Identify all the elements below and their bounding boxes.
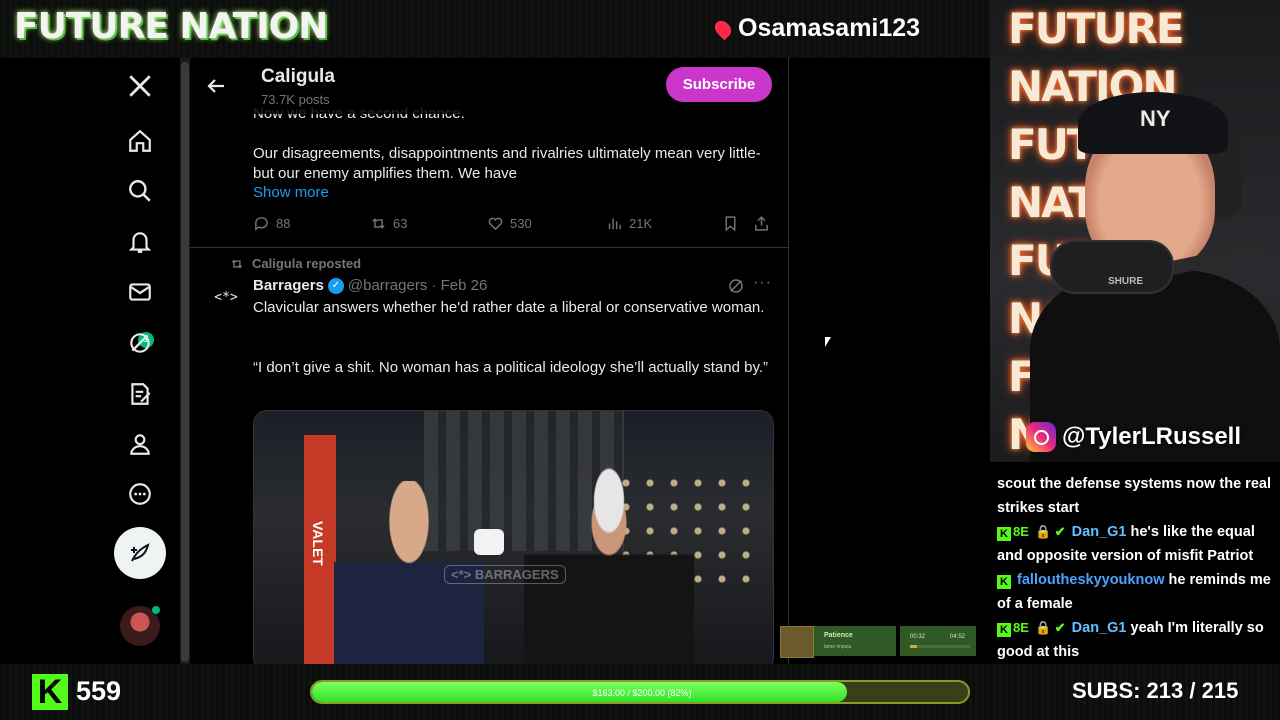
donation-goal-text: $163.00 / $200.00 (82%) <box>592 688 692 698</box>
cap-logo: NY <box>1140 106 1171 131</box>
emote-badges: 8E <box>1013 620 1029 635</box>
online-status-dot <box>152 606 160 614</box>
show-more-link[interactable]: Show more <box>253 184 329 201</box>
instagram-handle: @TylerLRussell <box>1026 422 1241 452</box>
post-more-button[interactable]: ··· <box>753 274 772 292</box>
author-name[interactable]: Barragers <box>253 277 324 294</box>
post-author: Barragers ✓ @barragers · Feb 26 <box>253 277 487 294</box>
profile-header: Caligula 73.7K posts Subscribe <box>190 58 788 114</box>
album-art <box>780 626 814 658</box>
reply-button[interactable]: 88 <box>253 215 290 232</box>
track-title: Patience <box>824 632 853 639</box>
bookmark-button[interactable] <box>722 215 739 232</box>
chat-message: K 8E 🔒 ✔ Dan_G1 he's like the equal and o… <box>997 520 1273 568</box>
stream-chat: scout the defense systems now the real s… <box>990 462 1280 664</box>
author-handle-date[interactable]: @barragers · Feb 26 <box>348 277 487 294</box>
feather-icon <box>131 543 150 562</box>
extra-badges: 🔒 ✔ <box>1034 620 1066 635</box>
post-text: Clavicular answers whether he'd rather d… <box>253 299 765 316</box>
now-playing-widget <box>778 624 978 658</box>
back-arrow-icon[interactable] <box>204 74 228 98</box>
subscribe-button[interactable]: Subscribe <box>666 67 772 102</box>
track-info-panel <box>814 626 896 656</box>
kick-badge-icon: K <box>997 575 1011 589</box>
messages-icon[interactable] <box>124 276 156 308</box>
track-artist: tame impala <box>824 644 852 650</box>
chat-username[interactable]: Dan_G1 <box>1072 620 1127 636</box>
notes-icon[interactable] <box>124 378 156 410</box>
track-time-panel <box>900 626 976 656</box>
chat-message: scout the defense systems now the real s… <box>997 472 1273 520</box>
media-sign-text: VALET <box>310 521 326 566</box>
author-avatar[interactable]: <*> <box>210 282 242 314</box>
post-text: Our disagreements, disappointments and r… <box>253 145 761 182</box>
media-person-right <box>524 461 694 664</box>
location-pin-icon <box>711 17 735 40</box>
instagram-icon <box>1026 422 1056 452</box>
track-total-time: 04:52 <box>950 634 966 640</box>
brand-logo: FUTURE NATION <box>14 6 328 47</box>
repost-indicator[interactable]: Caligula reposted <box>230 256 361 271</box>
kick-logo-icon: K <box>32 674 68 710</box>
subs-counter: SUBS: 213 / 215 <box>1072 678 1239 703</box>
overlay-topbar: FUTURE NATION Osamasami123 <box>0 0 990 58</box>
profile-icon[interactable] <box>124 428 156 460</box>
timeline: Now we have a second chance. Our disagre… <box>190 58 789 664</box>
emote-badges: 8E <box>1013 524 1029 539</box>
repost-icon <box>372 218 385 229</box>
post-divider <box>190 247 788 248</box>
streamer-label: Osamasami123 <box>711 14 921 43</box>
right-column <box>789 58 989 664</box>
media-microphone <box>474 529 504 555</box>
kick-badge-icon: K <box>997 623 1011 637</box>
donation-goal-bar: $163.00 / $200.00 (82%) <box>310 680 970 704</box>
webcam-feed: FUTURE NATIONFUTURE NATIONFUTURE NATIONF… <box>990 0 1280 462</box>
track-progress-bar <box>910 645 970 648</box>
more-icon[interactable] <box>124 478 156 510</box>
kick-follower-count: 559 <box>76 676 122 706</box>
kick-badge-icon: K <box>997 527 1011 541</box>
chat-username[interactable]: Dan_G1 <box>1072 524 1127 540</box>
views-button[interactable]: 21K <box>606 215 652 232</box>
x-logo-icon[interactable] <box>124 70 156 102</box>
chat-text: scout the defense systems now the real s… <box>997 476 1271 516</box>
chat-username[interactable]: falloutheskyyouknow <box>1017 572 1164 588</box>
views-icon <box>608 218 621 230</box>
verified-badge-icon: ✓ <box>327 277 344 294</box>
view-count: 21K <box>629 216 653 231</box>
chat-message: K 8E 🔒 ✔ Dan_G1 yeah I'm literally so goo… <box>997 616 1273 664</box>
grok-explain-icon[interactable] <box>727 277 745 295</box>
instagram-name: @TylerLRussell <box>1062 423 1242 450</box>
like-button[interactable]: 530 <box>487 215 532 232</box>
search-icon[interactable] <box>124 175 156 207</box>
scrollbar-thumb[interactable] <box>181 62 189 662</box>
repost-icon <box>231 259 243 268</box>
extra-badges: 🔒 ✔ <box>1034 524 1066 539</box>
media-watermark: <*> BARRAGERS <box>444 565 566 584</box>
repost-label: Caligula reposted <box>252 256 362 271</box>
notifications-icon[interactable] <box>124 226 156 258</box>
reply-count: 88 <box>276 216 291 231</box>
compose-post-button[interactable] <box>114 527 166 579</box>
share-icon <box>755 216 768 231</box>
grok-icon[interactable] <box>124 327 156 359</box>
track-current-time: 00:32 <box>910 634 926 640</box>
post-count: 73.7K posts <box>261 92 330 107</box>
bookmark-icon <box>725 216 736 232</box>
post-actions: 88 63 530 21K <box>253 215 773 235</box>
streamer-name: Osamasami123 <box>738 14 921 42</box>
post-text-quote: “I don’t give a shit. No woman has a pol… <box>253 359 768 376</box>
like-count: 530 <box>510 216 532 231</box>
heart-icon <box>488 217 503 231</box>
repost-button[interactable]: 63 <box>370 215 407 232</box>
reply-icon <box>255 217 268 231</box>
mouse-cursor-icon <box>825 337 831 347</box>
post-video[interactable]: VALET <*> BARRAGERS <box>253 410 774 664</box>
home-icon[interactable] <box>124 125 156 157</box>
repost-count: 63 <box>393 216 408 231</box>
chat-message: K falloutheskyyouknow he reminds me of a… <box>997 568 1273 616</box>
share-button[interactable] <box>753 215 770 232</box>
mic-brand: SHURE <box>1108 276 1144 287</box>
profile-title: Caligula <box>261 66 335 87</box>
